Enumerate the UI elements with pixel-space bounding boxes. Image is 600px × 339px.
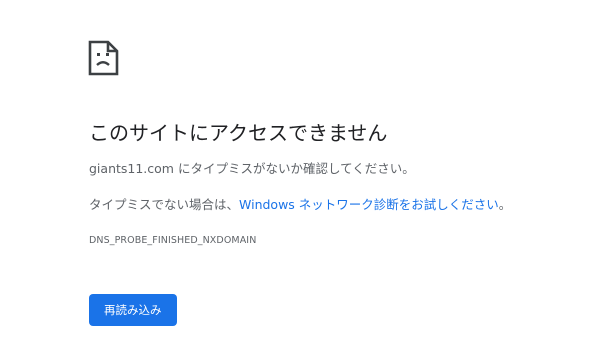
network-diagnostics-link[interactable]: Windows ネットワーク診断をお試しください (239, 197, 499, 212)
suggestion-prefix: タイプミスでない場合は、 (89, 197, 240, 212)
suggestion-text: タイプミスでない場合は、Windows ネットワーク診断をお試しください。 (89, 194, 511, 213)
suggestion-suffix: 。 (498, 197, 512, 212)
error-code: DNS_PROBE_FINISHED_NXDOMAIN (89, 235, 257, 246)
page-title: このサイトにアクセスできません (89, 121, 388, 145)
sad-page-icon (87, 40, 121, 76)
error-description: giants11.com にタイプミスがないか確認してください。 (89, 161, 415, 176)
reload-button[interactable]: 再読み込み (89, 294, 177, 326)
